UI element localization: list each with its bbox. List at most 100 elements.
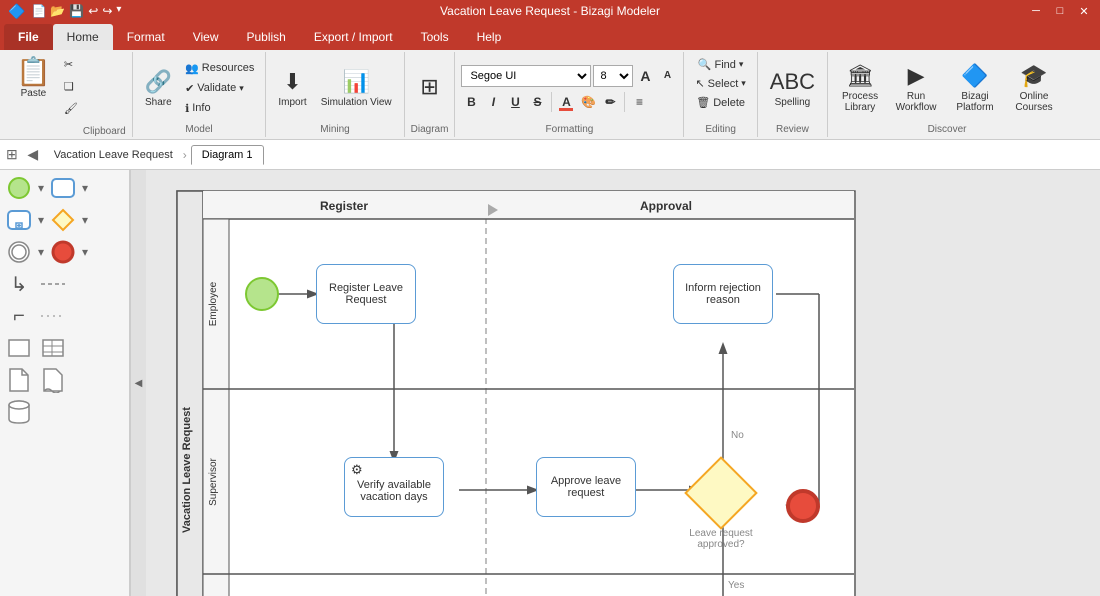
gateway-approved[interactable] xyxy=(684,456,758,530)
diagram: Vacation Leave Request Register Approval xyxy=(176,190,856,596)
run-workflow-button[interactable]: ▶ Run Workflow xyxy=(890,58,942,118)
toolbox: ▾ ▾ ▾ ▾ ▾ ▾ ↳ xyxy=(0,170,130,596)
copy-button[interactable]: ❑ xyxy=(59,76,83,96)
bold-btn[interactable]: B xyxy=(461,92,481,112)
strikethrough-btn[interactable]: S xyxy=(527,92,547,112)
discover-label: Discover xyxy=(928,122,967,135)
ribbon-tab-bar: File Home Format View Publish Export / I… xyxy=(0,22,1100,50)
cut-icon: ✂ xyxy=(64,58,73,71)
paste-button[interactable]: 📋 Paste xyxy=(10,54,57,116)
breadcrumb-path[interactable]: Vacation Leave Request xyxy=(48,147,179,163)
info-icon: ℹ xyxy=(185,102,189,115)
tool-gateway[interactable] xyxy=(48,206,78,234)
tool-start-event[interactable] xyxy=(4,174,34,202)
select-button[interactable]: ↖ Select ▾ xyxy=(690,75,750,92)
tool-database[interactable] xyxy=(4,398,34,426)
close-btn[interactable]: ✕ xyxy=(1076,3,1092,19)
minimize-btn[interactable]: ─ xyxy=(1028,3,1044,19)
tool-corner[interactable]: ⌐ xyxy=(4,302,34,330)
start-event[interactable] xyxy=(245,277,279,311)
svg-text:Supervisor: Supervisor xyxy=(208,457,219,505)
tab-publish[interactable]: Publish xyxy=(233,24,300,50)
ribbon: 📋 Paste ✂ ❑ 🖌 Clipboard 🔗 Share xyxy=(0,50,1100,140)
import-button[interactable]: ⬇ Import xyxy=(272,58,312,118)
info-button[interactable]: ℹ Info xyxy=(180,100,259,117)
tab-export-import[interactable]: Export / Import xyxy=(300,24,407,50)
tool-subprocess[interactable] xyxy=(4,206,34,234)
tool-annotation[interactable] xyxy=(4,334,34,362)
tool-dashed-connector[interactable] xyxy=(38,270,68,298)
process-library-button[interactable]: 🏛 Process Library xyxy=(834,58,886,118)
breadcrumb-separator: › xyxy=(183,148,187,162)
cut-button[interactable]: ✂ xyxy=(59,54,83,74)
fill-color-btn[interactable]: 🎨 xyxy=(578,92,598,112)
new-btn[interactable]: 📄 xyxy=(31,4,46,18)
review-label: Review xyxy=(776,122,809,135)
font-select[interactable]: Segoe UI xyxy=(461,65,591,87)
spelling-button[interactable]: ABC Spelling xyxy=(764,58,821,118)
italic-btn[interactable]: I xyxy=(483,92,503,112)
end-event[interactable] xyxy=(786,489,820,523)
task-verify-vacation-days[interactable]: ⚙ Verify available vacation days xyxy=(344,457,444,517)
tool-doc[interactable] xyxy=(4,366,34,394)
run-workflow-icon: ▶ xyxy=(908,63,925,89)
back-button[interactable]: ◀ xyxy=(22,144,44,166)
tab-tools[interactable]: Tools xyxy=(407,24,463,50)
find-label: Find xyxy=(715,59,736,71)
save-btn[interactable]: 💾 xyxy=(69,4,84,18)
tab-home[interactable]: Home xyxy=(53,24,113,50)
review-group: ABC Spelling Review xyxy=(758,52,828,137)
main-content: ▾ ▾ ▾ ▾ ▾ ▾ ↳ xyxy=(0,170,1100,596)
diagram-label: Diagram xyxy=(411,122,449,135)
tab-view[interactable]: View xyxy=(179,24,233,50)
tool-dotted-connector[interactable] xyxy=(38,302,68,330)
resources-button[interactable]: 👥 Resources xyxy=(180,60,259,77)
share-button[interactable]: 🔗 Share xyxy=(139,58,178,118)
mining-group: ⬇ Import 📊 Simulation View Mining xyxy=(266,52,404,137)
tool-table[interactable] xyxy=(38,334,68,362)
tool-arrow6: ▾ xyxy=(82,245,88,259)
font-size-select[interactable]: 8 xyxy=(593,65,633,87)
tool-intermediate-event[interactable] xyxy=(4,238,34,266)
grow-font-btn[interactable]: A xyxy=(635,66,655,86)
share-label: Share xyxy=(145,97,172,108)
find-button[interactable]: 🔍 Find ▾ xyxy=(693,56,749,73)
tool-task[interactable] xyxy=(48,174,78,202)
font-color-btn[interactable]: A xyxy=(556,92,576,112)
canvas[interactable]: Vacation Leave Request Register Approval xyxy=(146,170,1100,596)
open-btn[interactable]: 📂 xyxy=(50,4,65,18)
tab-file[interactable]: File xyxy=(4,24,53,50)
tool-end-event[interactable] xyxy=(48,238,78,266)
toolbox-collapse-btn[interactable]: ◀ xyxy=(130,170,146,596)
line-color-btn[interactable]: ✏ xyxy=(600,92,620,112)
undo-btn[interactable]: ↩ xyxy=(88,4,98,18)
simulation-view-button[interactable]: 📊 Simulation View xyxy=(315,58,398,118)
shrink-font-btn[interactable]: A xyxy=(657,66,677,86)
info-label: Info xyxy=(192,102,210,114)
yes-label: Yes xyxy=(728,580,744,591)
diagram-tab[interactable]: Diagram 1 xyxy=(191,145,264,165)
format-painter-button[interactable]: 🖌 xyxy=(59,98,83,118)
resources-label: Resources xyxy=(202,62,255,74)
task-inform-rejection[interactable]: Inform rejection reason xyxy=(673,264,773,324)
task-approve-leave[interactable]: Approve leave request xyxy=(536,457,636,517)
delete-button[interactable]: 🗑 Delete xyxy=(691,94,750,111)
underline-btn[interactable]: U xyxy=(505,92,525,112)
redo-btn[interactable]: ↪ xyxy=(102,4,112,18)
tool-connector[interactable]: ↳ xyxy=(4,270,34,298)
task-register-leave-request[interactable]: Register Leave Request xyxy=(316,264,416,324)
bizagi-platform-button[interactable]: 🔷 Bizagi Platform xyxy=(946,58,1004,118)
process-library-icon: 🏛 xyxy=(846,63,874,89)
import-icon: ⬇ xyxy=(283,69,301,95)
validate-button[interactable]: ✔ Validate ▾ xyxy=(180,80,259,97)
tool-doc2[interactable] xyxy=(38,366,68,394)
tab-format[interactable]: Format xyxy=(113,24,179,50)
align-btn[interactable]: ≡ xyxy=(629,92,649,112)
model-label: Model xyxy=(185,122,212,135)
tool-arrow2: ▾ xyxy=(82,181,88,195)
diagram-grid-button[interactable]: ⊞ xyxy=(412,58,448,118)
online-courses-button[interactable]: 🎓 Online Courses xyxy=(1008,58,1060,118)
customize-btn[interactable]: ▾ xyxy=(116,4,121,18)
tab-help[interactable]: Help xyxy=(463,24,516,50)
maximize-btn[interactable]: □ xyxy=(1052,3,1068,19)
